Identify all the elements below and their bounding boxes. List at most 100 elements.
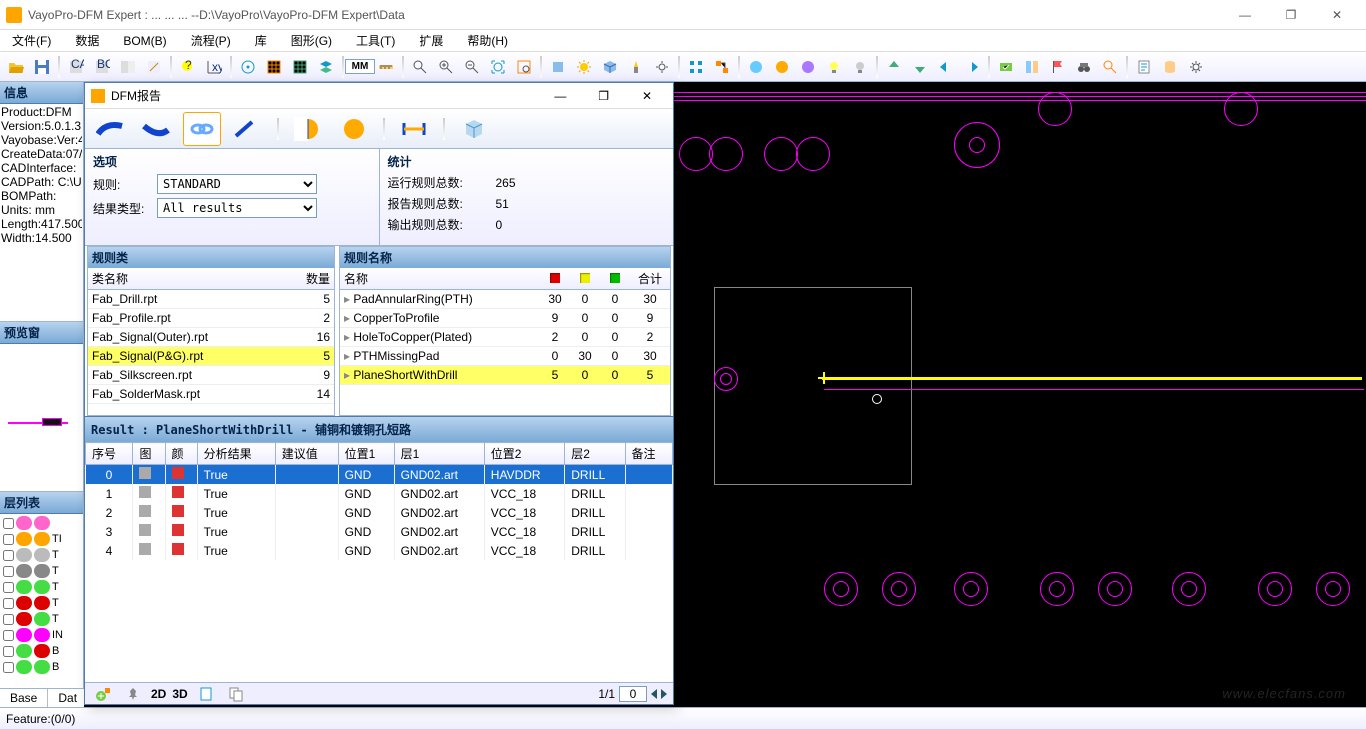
rulename-row[interactable]: ▸ PlaneShortWithDrill5005 bbox=[340, 366, 670, 385]
layers-icon[interactable] bbox=[314, 55, 338, 79]
layer-row[interactable]: TI bbox=[1, 531, 82, 547]
arrow-down-icon[interactable] bbox=[908, 55, 932, 79]
ruleclass-row[interactable]: Fab_Silkscreen.rpt9 bbox=[88, 366, 334, 385]
copy-icon[interactable] bbox=[224, 682, 248, 706]
database-icon[interactable] bbox=[1158, 55, 1182, 79]
ruleclasses-table[interactable]: 类名称数量 Fab_Drill.rpt5Fab_Profile.rpt2Fab_… bbox=[88, 268, 334, 404]
layer-row[interactable]: B bbox=[1, 659, 82, 675]
layer-check[interactable] bbox=[3, 630, 14, 641]
units-mm-button[interactable]: MM bbox=[348, 55, 372, 79]
arrow-left-icon[interactable] bbox=[934, 55, 958, 79]
zoom-out-icon[interactable] bbox=[460, 55, 484, 79]
maximize-button[interactable]: ❐ bbox=[1268, 0, 1314, 30]
layer-check[interactable] bbox=[3, 534, 14, 545]
page-prev-icon[interactable] bbox=[651, 689, 657, 699]
view-iso-icon[interactable] bbox=[598, 55, 622, 79]
ruleclass-row[interactable]: Fab_SolderMask.rpt14 bbox=[88, 385, 334, 404]
layer-check[interactable] bbox=[3, 582, 14, 593]
layer-row[interactable]: T bbox=[1, 547, 82, 563]
view-3d-button[interactable]: 3D bbox=[172, 687, 187, 701]
rulenames-table[interactable]: 名称 合计 ▸ PadAnnularRing(PTH)300030▸ Coppe… bbox=[340, 268, 670, 385]
dfm-tool-box-icon[interactable] bbox=[455, 112, 493, 146]
compare-icon[interactable] bbox=[1020, 55, 1044, 79]
report-icon[interactable] bbox=[1132, 55, 1156, 79]
layer-check[interactable] bbox=[3, 550, 14, 561]
menu-extend[interactable]: 扩展 bbox=[411, 30, 451, 51]
zoom-fit-icon[interactable] bbox=[486, 55, 510, 79]
page-input[interactable] bbox=[619, 686, 647, 702]
ruleclass-row[interactable]: Fab_Drill.rpt5 bbox=[88, 290, 334, 309]
check-board-icon[interactable] bbox=[994, 55, 1018, 79]
data-edit-icon[interactable] bbox=[142, 55, 166, 79]
menu-library[interactable]: 库 bbox=[247, 30, 275, 51]
dfm-tool-circle-icon[interactable] bbox=[335, 112, 373, 146]
result-col[interactable]: 图 bbox=[133, 443, 165, 465]
sphere-blue-icon[interactable] bbox=[744, 55, 768, 79]
result-col[interactable]: 建议值 bbox=[275, 443, 338, 465]
ruler-icon[interactable] bbox=[374, 55, 398, 79]
result-row[interactable]: 0TrueGNDGND02.artHAVDDRDRILL bbox=[86, 465, 673, 485]
dfm-tool-dimension-icon[interactable] bbox=[395, 112, 433, 146]
import-bom-icon[interactable]: BOM bbox=[90, 55, 114, 79]
result-col[interactable]: 颜 bbox=[165, 443, 197, 465]
menu-data[interactable]: 数据 bbox=[67, 30, 107, 51]
menu-file[interactable]: 文件(F) bbox=[4, 30, 59, 51]
doc-icon[interactable] bbox=[194, 682, 218, 706]
dfm-min-button[interactable]: — bbox=[540, 84, 580, 108]
result-col[interactable]: 位置1 bbox=[338, 443, 394, 465]
xy-icon[interactable]: xy bbox=[202, 55, 226, 79]
rule-select[interactable]: STANDARD bbox=[157, 174, 317, 194]
dfm-tool-wave2-icon[interactable] bbox=[137, 112, 175, 146]
dfm-tool-line-icon[interactable] bbox=[229, 112, 267, 146]
zoom-in-icon[interactable] bbox=[434, 55, 458, 79]
preview-canvas[interactable] bbox=[0, 344, 83, 491]
query-icon[interactable]: ? bbox=[176, 55, 200, 79]
save-icon[interactable] bbox=[30, 55, 54, 79]
open-icon[interactable] bbox=[4, 55, 28, 79]
zoom-window-icon[interactable] bbox=[512, 55, 536, 79]
dfm-tool-link-icon[interactable] bbox=[183, 112, 221, 146]
settings-icon[interactable] bbox=[1184, 55, 1208, 79]
rulename-row[interactable]: ▸ PadAnnularRing(PTH)300030 bbox=[340, 290, 670, 309]
minimize-button[interactable]: — bbox=[1222, 0, 1268, 30]
result-table[interactable]: 序号图颜分析结果建议值位置1层1位置2层2备注 0TrueGNDGND02.ar… bbox=[85, 442, 673, 682]
bulb-on-icon[interactable] bbox=[822, 55, 846, 79]
grid-icon[interactable] bbox=[262, 55, 286, 79]
result-col[interactable]: 备注 bbox=[625, 443, 672, 465]
view-light-icon[interactable] bbox=[624, 55, 648, 79]
menu-graphics[interactable]: 图形(G) bbox=[283, 30, 340, 51]
layer-check[interactable] bbox=[3, 662, 14, 673]
import-cad-icon[interactable]: CAD bbox=[64, 55, 88, 79]
layer-check[interactable] bbox=[3, 614, 14, 625]
bulb-off-icon[interactable] bbox=[848, 55, 872, 79]
result-row[interactable]: 3TrueGNDGND02.artVCC_18DRILL bbox=[86, 522, 673, 541]
grid2-icon[interactable] bbox=[288, 55, 312, 79]
import-combo-icon[interactable] bbox=[116, 55, 140, 79]
add-icon[interactable] bbox=[91, 682, 115, 706]
view-settings-icon[interactable] bbox=[650, 55, 674, 79]
search2-icon[interactable] bbox=[1098, 55, 1122, 79]
dfm-tool-halfcircle-icon[interactable] bbox=[289, 112, 327, 146]
view-top-icon[interactable] bbox=[546, 55, 570, 79]
menu-process[interactable]: 流程(P) bbox=[183, 30, 239, 51]
result-row[interactable]: 4TrueGNDGND02.artVCC_18DRILL bbox=[86, 541, 673, 560]
dfm-max-button[interactable]: ❐ bbox=[584, 84, 624, 108]
dfm-close-button[interactable]: ✕ bbox=[627, 84, 667, 108]
ruleclass-row[interactable]: Fab_Signal(P&G).rpt5 bbox=[88, 347, 334, 366]
result-col[interactable]: 层1 bbox=[394, 443, 484, 465]
result-row[interactable]: 1TrueGNDGND02.artVCC_18DRILL bbox=[86, 484, 673, 503]
flag-icon[interactable] bbox=[1046, 55, 1070, 79]
tab-base[interactable]: Base bbox=[0, 689, 48, 707]
view-sun-icon[interactable] bbox=[572, 55, 596, 79]
resulttype-select[interactable]: All results bbox=[157, 198, 317, 218]
close-button[interactable]: ✕ bbox=[1314, 0, 1360, 30]
align-icon[interactable] bbox=[684, 55, 708, 79]
layer-check[interactable] bbox=[3, 566, 14, 577]
sphere-purple-icon[interactable] bbox=[796, 55, 820, 79]
result-col[interactable]: 层2 bbox=[565, 443, 625, 465]
sphere-orange-icon[interactable] bbox=[770, 55, 794, 79]
view-2d-button[interactable]: 2D bbox=[151, 687, 166, 701]
layer-check[interactable] bbox=[3, 598, 14, 609]
ruleclass-row[interactable]: Fab_Signal(Outer).rpt16 bbox=[88, 328, 334, 347]
result-col[interactable]: 位置2 bbox=[484, 443, 564, 465]
